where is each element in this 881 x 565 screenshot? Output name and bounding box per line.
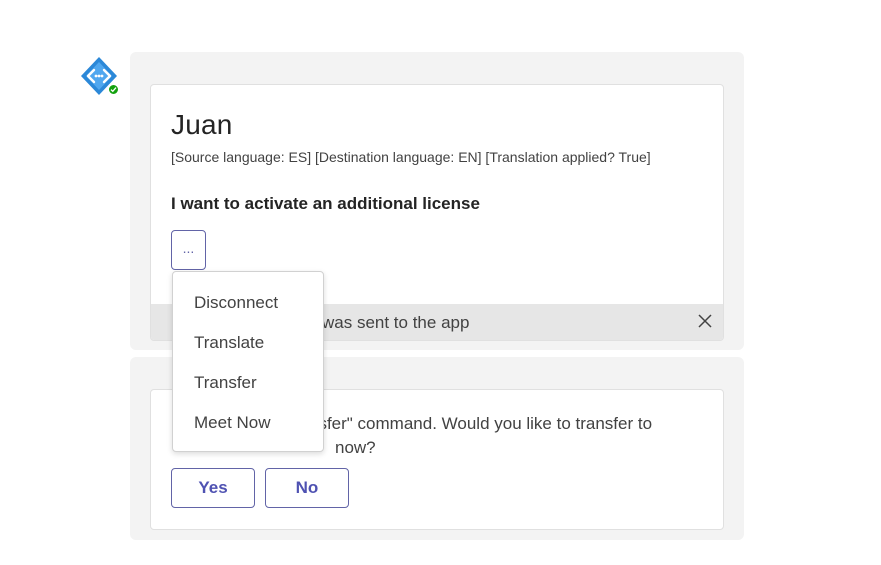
- menu-item-transfer[interactable]: Transfer: [173, 363, 323, 403]
- message-text: I want to activate an additional license: [171, 194, 480, 213]
- no-button[interactable]: No: [265, 468, 349, 508]
- more-actions-label: ...: [182, 240, 195, 256]
- menu-item-translate[interactable]: Translate: [173, 323, 323, 363]
- menu-item-meet-now[interactable]: Meet Now: [173, 403, 323, 443]
- sender-name: Juan: [171, 109, 233, 140]
- presence-available-icon: [107, 83, 120, 96]
- more-actions-button[interactable]: ...: [171, 230, 206, 270]
- menu-item-disconnect[interactable]: Disconnect: [173, 283, 323, 323]
- notice-text: was sent to the app: [322, 313, 470, 332]
- more-actions-menu: Disconnect Translate Transfer Meet Now: [172, 271, 324, 452]
- translation-meta: [Source language: ES] [Destination langu…: [171, 149, 651, 165]
- yes-button[interactable]: Yes: [171, 468, 255, 508]
- close-icon[interactable]: [697, 313, 713, 329]
